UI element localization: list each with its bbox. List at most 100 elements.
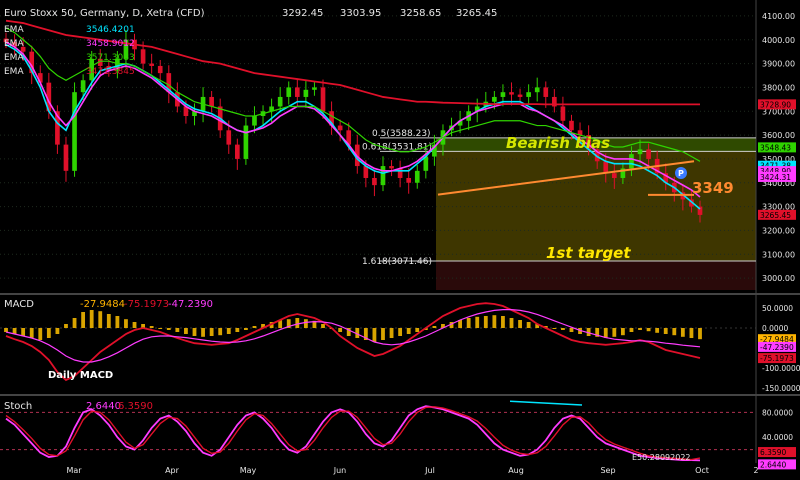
macd-histogram-bar <box>98 311 103 328</box>
candle-body <box>611 173 617 178</box>
macd-tick-label: 50.0000 <box>762 304 793 313</box>
candle-body <box>500 92 506 97</box>
candle-body <box>72 92 77 171</box>
macd-histogram-bar <box>295 318 300 328</box>
price-tick-label: 3800.00 <box>762 83 795 92</box>
candle-body <box>517 94 523 97</box>
time-tick-label: Jul <box>424 466 435 475</box>
macd-histogram-bar <box>166 328 171 330</box>
candle-body <box>209 96 214 107</box>
candle-body <box>569 120 574 131</box>
candle-body <box>286 87 292 97</box>
candle-body <box>406 177 412 183</box>
macd-histogram-bar <box>106 314 111 328</box>
macd-tick-label: -100.0000 <box>762 364 800 373</box>
ohlc-high: 3303.95 <box>340 8 381 19</box>
macd-histogram-bar <box>389 328 394 338</box>
candle-body <box>63 144 69 171</box>
macd-histogram-bar <box>29 328 34 338</box>
macd-histogram-bar <box>483 316 488 328</box>
ema-legend-value: 3471.3845 <box>86 67 135 77</box>
macd-histogram-bar <box>466 318 471 328</box>
macd-histogram-bar <box>89 310 94 328</box>
macd-histogram-bar <box>518 320 522 328</box>
candle-body <box>226 130 232 145</box>
ohlc-open: 3292.45 <box>282 8 323 19</box>
trading-chart: 0.5(3588.23)0.618(3531.81) 4100.004000.0… <box>0 0 800 476</box>
macd-histogram-bar <box>38 328 43 340</box>
macd-histogram-bar <box>663 328 668 334</box>
macd-tick-label: 0.0000 <box>762 324 788 333</box>
macd-histogram-bar <box>552 328 557 329</box>
macd-histogram-bar <box>492 315 497 328</box>
candle-body <box>492 96 497 102</box>
macd-histogram-bar <box>603 328 608 338</box>
macd-legend-name: MACD <box>4 299 34 310</box>
macd-histogram-bar <box>381 328 385 340</box>
macd-histogram-bar <box>672 328 677 336</box>
candle-body <box>320 87 326 112</box>
macd-histogram-bar <box>184 328 188 334</box>
stoch-label-text: 6.3590 <box>760 448 786 457</box>
macd-histogram-bar <box>646 328 651 332</box>
macd-legend-signal: -47.2390 <box>168 299 213 310</box>
macd-pane[interactable] <box>0 296 756 394</box>
macd-histogram-bar <box>680 328 685 337</box>
macd-histogram-bar <box>569 328 574 332</box>
macd-histogram-bar <box>21 328 26 336</box>
candle-body <box>509 92 514 95</box>
candle-body <box>637 149 643 155</box>
time-tick-label: Sep <box>600 466 615 475</box>
annotation-daily-macd: Daily MACD <box>48 370 113 381</box>
price-tick-label: 3200.00 <box>762 226 795 235</box>
macd-histogram-bar <box>620 328 625 336</box>
macd-histogram-bar <box>509 318 514 328</box>
time-tick-label: Mar <box>66 466 82 475</box>
candle-body <box>243 125 249 159</box>
price-tick-label: 3900.00 <box>762 60 795 69</box>
macd-histogram-bar <box>689 328 694 338</box>
macd-histogram-bar <box>372 328 377 342</box>
macd-tick-label: -150.0000 <box>762 384 800 393</box>
price-axis[interactable] <box>756 0 800 476</box>
price-label-text: 3728.90 <box>760 100 791 109</box>
macd-legend-macd: -75.1973 <box>124 299 169 310</box>
time-tick-label: 2 <box>753 466 758 475</box>
time-tick-label: May <box>240 466 257 475</box>
candle-body <box>149 63 154 66</box>
candle-body <box>560 106 566 121</box>
macd-histogram-bar <box>55 328 60 334</box>
macd-histogram-bar <box>612 328 617 337</box>
annotation-level-3349: 3349 <box>692 179 734 197</box>
candle-body <box>140 49 146 64</box>
macd-histogram-bar <box>124 319 128 328</box>
macd-histogram-bar <box>501 316 505 328</box>
macd-histogram-bar <box>475 316 480 328</box>
candle-body <box>526 92 531 97</box>
macd-histogram-bar <box>321 324 325 328</box>
ema-legend-label: EMA <box>4 25 24 35</box>
watermark: E50.28092022 <box>632 453 691 462</box>
annotation-bearish-bias: Bearish bias <box>506 134 610 152</box>
fib-zone-target-below <box>436 261 756 290</box>
candle-body <box>312 87 317 90</box>
candle-body <box>294 87 300 97</box>
price-label-text: 3265.45 <box>760 211 791 220</box>
p-marker-label: P <box>678 169 684 178</box>
stoch-tick-label: 40.0000 <box>762 433 793 442</box>
stoch-legend-k: 2.6440 <box>86 401 121 412</box>
time-axis[interactable] <box>0 463 756 476</box>
candle-body <box>603 161 609 174</box>
macd-histogram-bar <box>175 328 180 332</box>
candle-body <box>534 87 540 93</box>
candle-body <box>629 154 634 169</box>
ohlc-close: 3265.45 <box>456 8 497 19</box>
macd-histogram-bar <box>415 328 420 332</box>
ema-legend-value: 3571.3083 <box>86 53 135 63</box>
macd-histogram-bar <box>303 319 308 328</box>
candle-body <box>372 177 377 186</box>
annotation-first-target: 1st target <box>546 244 631 262</box>
macd-histogram-bar <box>432 326 437 328</box>
macd-histogram-bar <box>698 328 702 340</box>
ema-legend-value: 3546.4201 <box>86 25 135 35</box>
